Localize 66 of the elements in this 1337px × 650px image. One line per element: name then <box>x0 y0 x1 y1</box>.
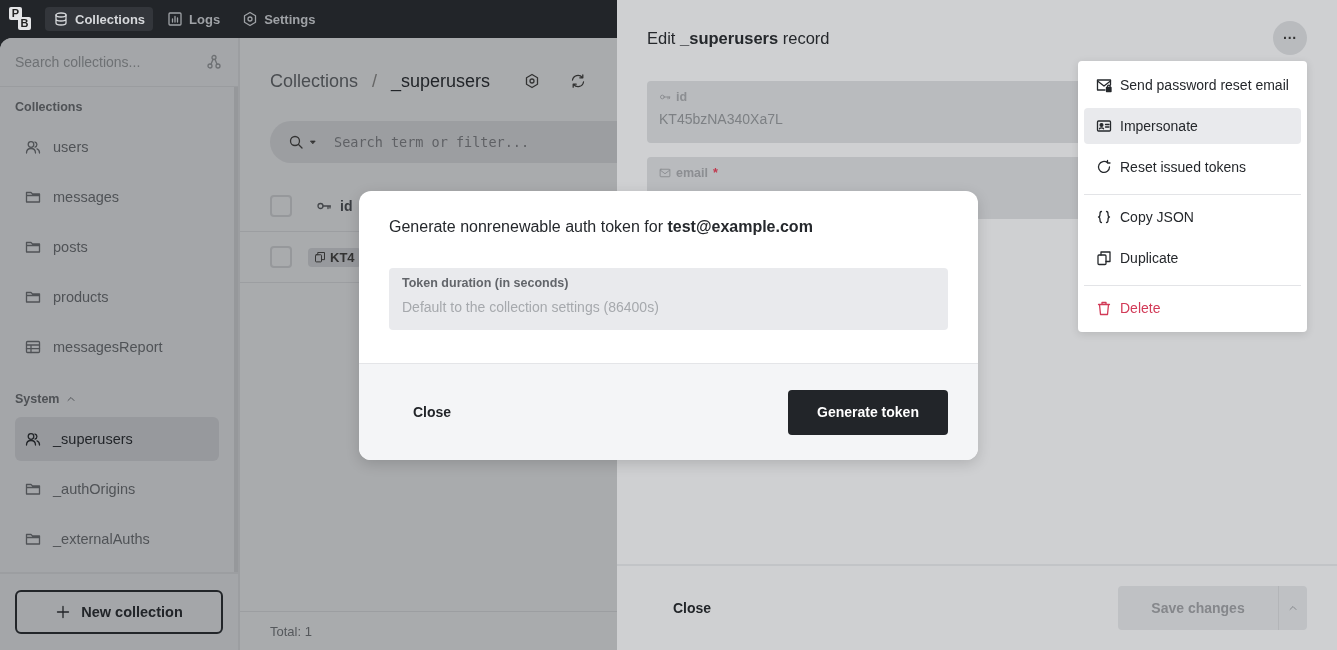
menu-item[interactable]: Delete <box>1084 290 1301 326</box>
mail-icon <box>659 167 671 179</box>
refresh-icon <box>570 73 587 89</box>
sidebar-item[interactable]: _externalAuths <box>15 517 219 561</box>
close-button[interactable]: Close <box>413 396 452 428</box>
copy-icon <box>314 251 326 263</box>
folder-icon <box>25 239 41 255</box>
field-label: Token duration (in seconds) <box>402 276 570 290</box>
database-icon <box>53 11 69 27</box>
panel-title: Edit _superusers record <box>647 28 830 48</box>
plus-icon <box>55 604 72 620</box>
field-value: KT45bzNA340Xa7L <box>659 111 783 127</box>
generate-token-button[interactable]: Generate token <box>788 389 948 435</box>
modal-title: Generate nonrenewable auth token for test@example.com <box>389 218 814 236</box>
duration-input[interactable]: Default to the collection settings (86400s) <box>402 299 935 315</box>
folder-icon <box>25 481 41 497</box>
sidebar-item[interactable]: products <box>15 275 219 319</box>
table-icon <box>25 339 41 355</box>
id-chip[interactable]: KT4 <box>308 247 361 267</box>
settings-button[interactable] <box>524 73 541 89</box>
duration-field[interactable]: Token duration (in seconds) Default to the collection settings (86400s) <box>389 268 948 330</box>
settings-icon <box>242 11 259 27</box>
mail-lock-icon <box>1096 77 1112 93</box>
sidebar-item[interactable]: users <box>15 125 219 169</box>
copy-icon <box>1096 250 1112 266</box>
new-collection-button[interactable]: New collection <box>15 590 223 634</box>
sidebar-item[interactable]: _authOrigins <box>15 467 219 511</box>
sidebar-item[interactable]: messagesReport <box>15 325 219 369</box>
required-mark: * <box>712 166 718 180</box>
breadcrumb-item[interactable]: Collections <box>270 70 359 92</box>
options-button[interactable] <box>1278 586 1307 630</box>
more-button[interactable]: ··· <box>1273 21 1307 55</box>
nav-tab[interactable]: Settings <box>234 7 324 31</box>
sidebar-item[interactable]: _superusers <box>15 417 219 461</box>
reset-icon <box>1096 159 1112 175</box>
folder-icon <box>25 189 41 205</box>
tree-icon <box>206 54 222 70</box>
settings-icon <box>524 73 541 89</box>
menu-item[interactable]: Impersonate <box>1084 108 1301 144</box>
id-card-icon <box>1096 118 1112 134</box>
breadcrumb-item: _superusers <box>391 70 491 92</box>
section-heading: Collections <box>15 100 83 114</box>
users-icon <box>25 139 41 155</box>
trash-icon <box>1096 300 1112 316</box>
nav-tab[interactable]: Collections <box>45 7 154 31</box>
braces-icon <box>1096 209 1112 225</box>
logo[interactable]: P B <box>9 7 33 31</box>
search-input[interactable]: Search term or filter... <box>334 134 617 150</box>
search-bar[interactable]: Search term or filter... <box>270 121 617 163</box>
menu-item[interactable]: Reset issued tokens <box>1084 149 1301 185</box>
close-button[interactable]: Close <box>673 592 712 624</box>
menu-item[interactable]: Copy JSON <box>1084 199 1301 235</box>
sidebar-item[interactable]: messages <box>15 175 219 219</box>
folder-icon <box>25 289 41 305</box>
chart-icon <box>167 11 184 27</box>
folder-icon <box>25 531 41 547</box>
column-header[interactable]: id <box>340 198 353 214</box>
refresh-button[interactable] <box>570 73 587 89</box>
nav-tab[interactable]: Logs <box>159 7 229 31</box>
search-icon <box>288 134 304 150</box>
users-icon <box>25 431 41 447</box>
total-count: Total: 1 <box>270 623 312 639</box>
section-heading: System <box>15 392 60 406</box>
sidebar-item[interactable]: posts <box>15 225 219 269</box>
menu-item[interactable]: Duplicate <box>1084 240 1301 276</box>
breadcrumb-separator: / <box>372 70 378 92</box>
